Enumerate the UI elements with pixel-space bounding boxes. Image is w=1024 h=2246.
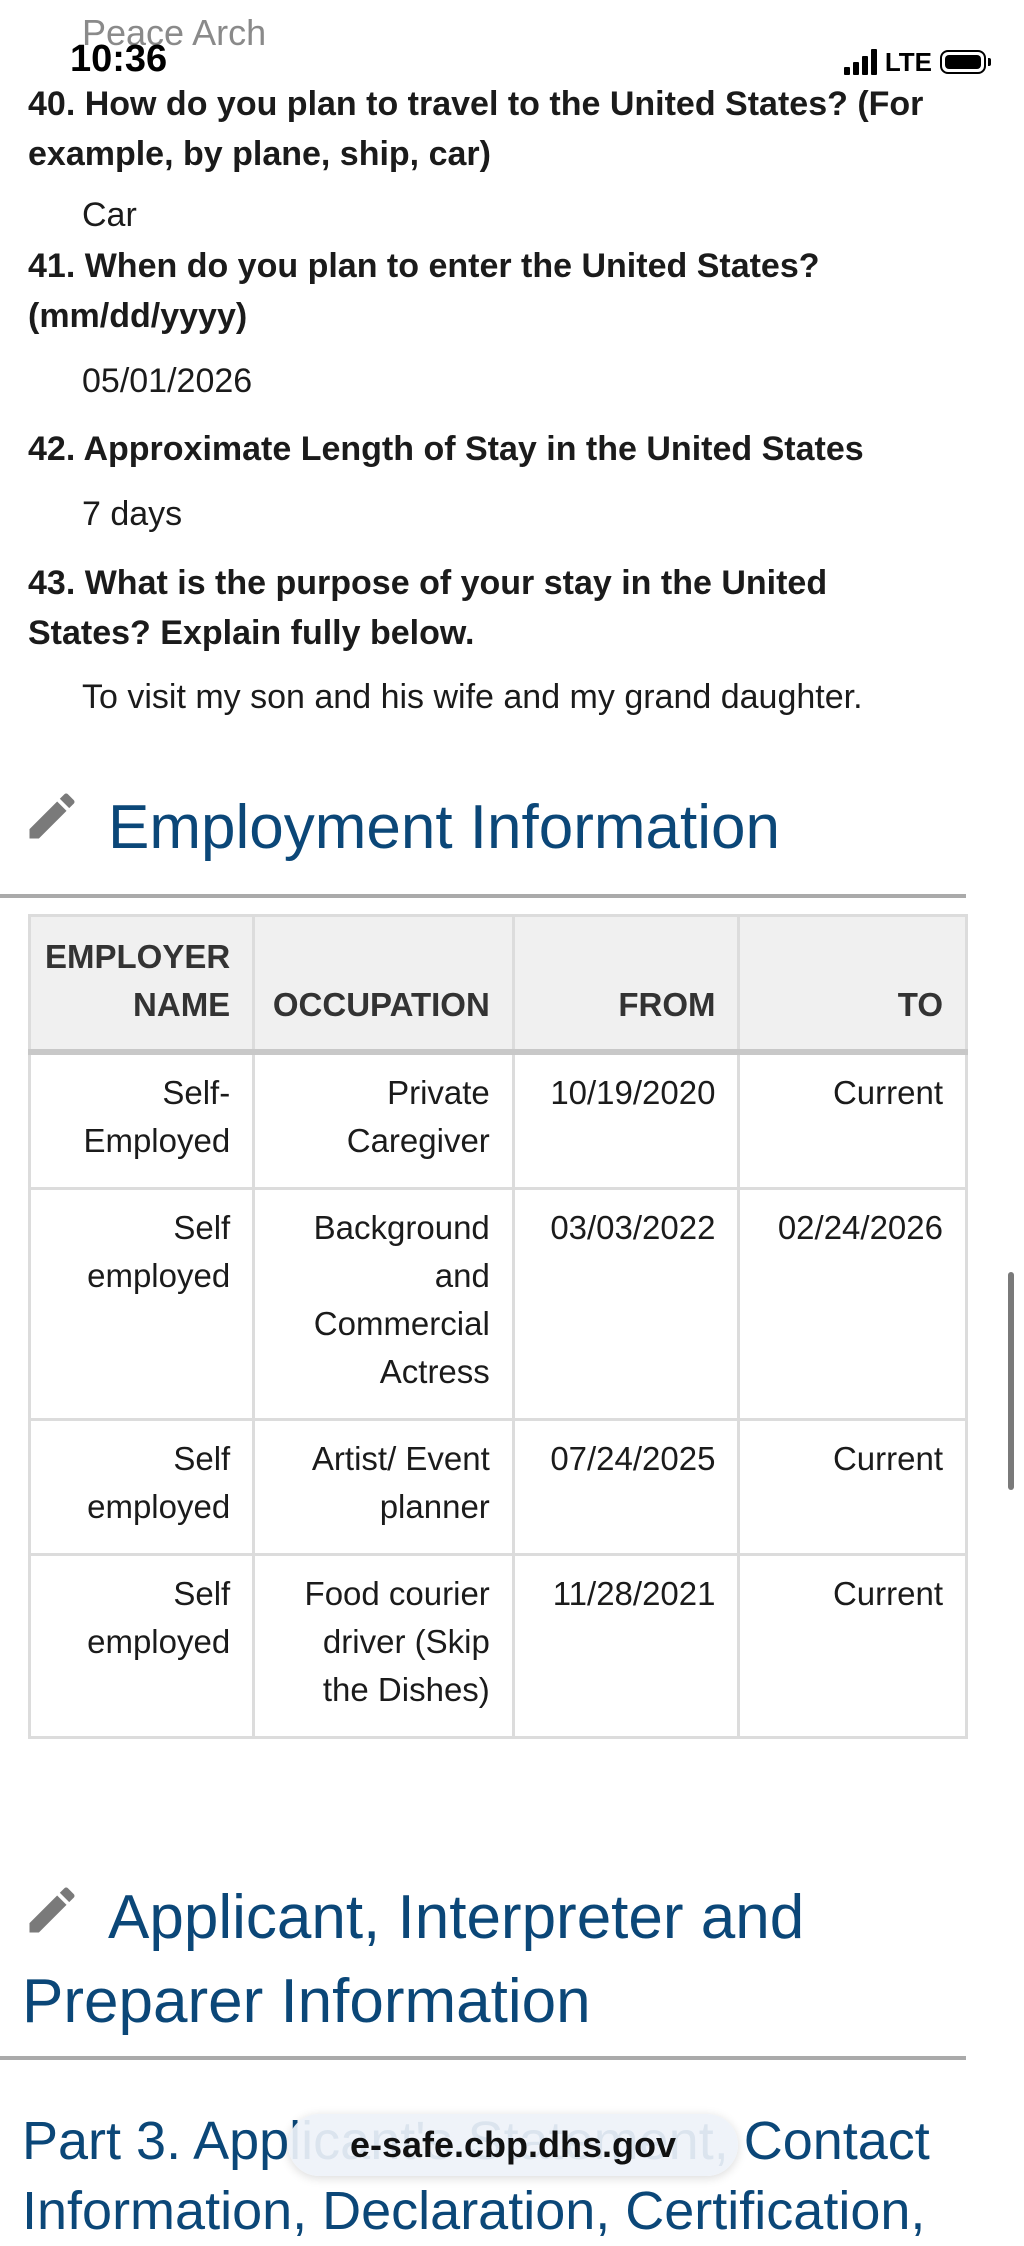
- table-row: Self-Employed Private Caregiver 10/19/20…: [27, 1050, 968, 1190]
- column-header-from: FROM: [511, 914, 741, 1054]
- cell-to: Current: [737, 1418, 968, 1556]
- table-row: Self employed Background and Commercial …: [27, 1187, 968, 1421]
- answer-40: Car: [82, 196, 137, 234]
- cell-to: Current: [737, 1553, 968, 1739]
- column-header-to: TO: [737, 914, 968, 1054]
- table-row: Self employed Food courier driver (Skip …: [27, 1553, 968, 1739]
- cell-to: 02/24/2026: [737, 1187, 968, 1421]
- status-icons: LTE: [843, 46, 991, 78]
- column-header-occupation: OCCUPATION: [252, 914, 515, 1054]
- cell-occupation: Private Caregiver: [252, 1050, 515, 1190]
- network-type: LTE: [884, 46, 932, 77]
- column-header-employer: EMPLOYER NAME: [27, 914, 256, 1054]
- battery-icon: [940, 50, 991, 74]
- status-time: 10:36: [70, 38, 168, 80]
- question-43: 43. What is the purpose of your stay in …: [28, 564, 828, 652]
- cell-to: Current: [737, 1050, 968, 1190]
- signal-bars-icon: [843, 49, 877, 75]
- applicant-section-header: Applicant, Interpreter and Preparer Info…: [0, 1876, 966, 2060]
- cell-from: 03/03/2022: [511, 1187, 741, 1421]
- table-row: Self employed Artist/ Event planner 07/2…: [27, 1418, 968, 1556]
- cell-from: 10/19/2020: [511, 1050, 741, 1190]
- status-bar: Peace Arch 10:36 LTE: [0, 0, 1024, 80]
- applicant-title: Applicant, Interpreter and Preparer Info…: [22, 1883, 805, 2036]
- employment-table: EMPLOYER NAME OCCUPATION FROM TO Self-Em…: [27, 914, 968, 1739]
- question-41: 41. When do you plan to enter the United…: [28, 247, 820, 335]
- answer-41: 05/01/2026: [82, 362, 253, 400]
- url-text: e-safe.cbp.dhs.gov: [349, 2124, 677, 2165]
- cell-employer: Self employed: [27, 1418, 256, 1556]
- employment-table-header: EMPLOYER NAME OCCUPATION FROM TO: [27, 914, 968, 1054]
- cell-from: 07/24/2025: [511, 1418, 741, 1556]
- cell-employer: Self-Employed: [27, 1050, 256, 1190]
- answer-43: To visit my son and his wife and my gran…: [82, 678, 863, 716]
- cell-from: 11/28/2021: [511, 1553, 741, 1739]
- scrollbar[interactable]: [1008, 1272, 1014, 1490]
- cell-employer: Self employed: [27, 1187, 256, 1421]
- question-40: 40. How do you plan to travel to the Uni…: [28, 85, 924, 173]
- question-42: 42. Approximate Length of Stay in the Un…: [28, 430, 864, 468]
- employment-section-header: Employment Information: [0, 786, 966, 898]
- cell-occupation: Background and Commercial Actress: [252, 1187, 515, 1421]
- cell-occupation: Food courier driver (Skip the Dishes): [252, 1553, 515, 1739]
- address-bar[interactable]: e-safe.cbp.dhs.gov: [288, 2114, 738, 2176]
- cell-occupation: Artist/ Event planner: [252, 1418, 515, 1556]
- cell-employer: Self employed: [27, 1553, 256, 1739]
- employment-title: Employment Information: [108, 793, 780, 862]
- answer-42: 7 days: [82, 495, 183, 533]
